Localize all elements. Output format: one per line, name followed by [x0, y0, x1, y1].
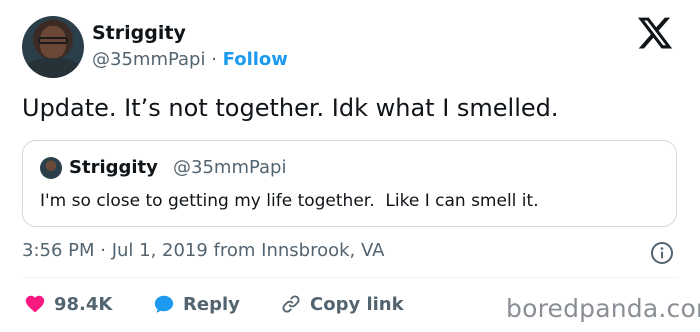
quoted-author-handle: @35mmPapi: [173, 157, 287, 178]
handle-separator: ·: [205, 49, 223, 70]
watermark: boredpanda.com: [506, 294, 700, 323]
divider: [22, 277, 677, 278]
like-count: 98.4K: [54, 293, 113, 315]
copy-link-button[interactable]: Copy link: [280, 292, 404, 316]
avatar-shirt: [26, 58, 80, 78]
avatar-glasses: [38, 37, 68, 44]
author-handle[interactable]: @35mmPapi: [92, 49, 205, 70]
author-avatar[interactable]: [22, 16, 84, 78]
author-handle-row: @35mmPapi · Follow: [92, 49, 288, 70]
reply-button[interactable]: Reply: [153, 292, 240, 316]
like-button[interactable]: 98.4K: [24, 292, 112, 316]
follow-button[interactable]: Follow: [223, 49, 288, 70]
copy-link-label: Copy link: [310, 293, 404, 315]
x-logo-icon[interactable]: [635, 14, 675, 52]
link-icon: [282, 295, 300, 313]
quoted-author-name: Striggity: [69, 157, 158, 178]
quoted-tweet[interactable]: Striggity @35mmPapi I'm so close to gett…: [22, 140, 677, 227]
author-display-name[interactable]: Striggity: [92, 22, 186, 44]
quoted-author-avatar: [40, 157, 62, 179]
speech-bubble-icon: [154, 295, 174, 313]
quoted-tweet-text: I'm so close to getting my life together…: [40, 191, 539, 211]
tweet-text: Update. It’s not together. Idk what I sm…: [22, 94, 559, 122]
info-icon[interactable]: [650, 241, 674, 265]
tweet-timestamp[interactable]: 3:56 PM · Jul 1, 2019 from Innsbrook, VA: [22, 240, 384, 261]
reply-label: Reply: [183, 293, 240, 315]
heart-icon: [25, 295, 45, 313]
